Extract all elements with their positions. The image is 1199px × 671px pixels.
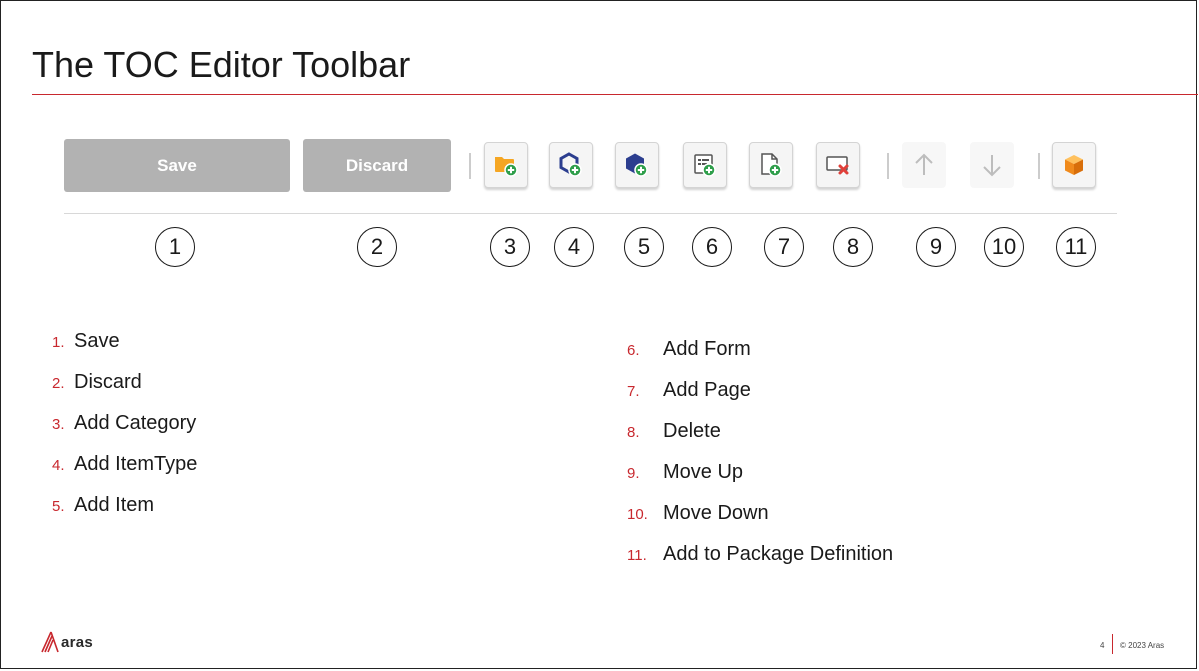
list-item: 2. Discard: [52, 371, 142, 394]
list-label: Discard: [74, 371, 142, 393]
page-number: 4: [1100, 641, 1105, 650]
callout-number: 9: [916, 227, 956, 267]
add-category-button[interactable]: [484, 142, 528, 188]
move-down-button[interactable]: [970, 142, 1014, 188]
move-up-button[interactable]: [902, 142, 946, 188]
list-marker: 1.: [52, 334, 65, 351]
list-item: 3. Add Category: [52, 412, 196, 435]
list-label: Add Form: [663, 338, 751, 360]
list-label: Add Item: [74, 494, 155, 516]
save-button[interactable]: Save: [64, 139, 290, 192]
footer-divider: [1112, 634, 1113, 654]
list-item: 8. Delete: [627, 420, 721, 443]
arrow-down-icon: [983, 155, 1001, 177]
toc-editor-toolbar: Save Discard: [64, 139, 1118, 192]
list-label: Add Category: [74, 412, 197, 434]
callout-number: 10: [984, 227, 1024, 267]
copyright: © 2023 Aras: [1120, 641, 1165, 650]
list-item: 10. Move Down: [627, 502, 769, 525]
list-label: Delete: [663, 420, 721, 442]
form-add-icon: [694, 154, 716, 177]
add-page-button[interactable]: [749, 142, 793, 188]
list-label: Move Up: [663, 461, 744, 483]
list-item: 6. Add Form: [627, 338, 751, 361]
package-icon: [1065, 155, 1083, 175]
delete-icon: [826, 156, 849, 175]
arrow-up-icon: [915, 153, 933, 175]
discard-button[interactable]: Discard: [303, 139, 451, 192]
callout-number: 3: [490, 227, 530, 267]
list-label: Move Down: [663, 502, 769, 524]
list-label: Add ItemType: [74, 453, 198, 475]
toolbar-separator: [887, 153, 889, 179]
callout-number: 5: [624, 227, 664, 267]
add-form-button[interactable]: [683, 142, 727, 188]
callout-number: 2: [357, 227, 397, 267]
list-item: 11. Add to Package Definition: [627, 543, 893, 566]
list-marker: 6.: [627, 342, 640, 359]
slide-frame: [0, 0, 1197, 669]
list-marker: 10.: [627, 506, 648, 523]
callout-number: 6: [692, 227, 732, 267]
list-item: 7. Add Page: [627, 379, 751, 402]
callout-number: 4: [554, 227, 594, 267]
itemtype-add-icon: [559, 152, 582, 177]
list-marker: 11.: [627, 547, 647, 564]
callout-number: 8: [833, 227, 873, 267]
aras-logo: aras: [40, 630, 93, 654]
list-item: 1. Save: [52, 330, 120, 353]
toolbar-divider: [64, 213, 1117, 214]
aras-logo-icon: [41, 631, 59, 653]
slide-title: The TOC Editor Toolbar: [32, 44, 411, 85]
callout-number: 7: [764, 227, 804, 267]
toolbar-separator: [1038, 153, 1040, 179]
add-item-button[interactable]: [615, 142, 659, 188]
logo-text: aras: [61, 633, 94, 651]
callout-number: 1: [155, 227, 195, 267]
list-marker: 9.: [627, 465, 640, 482]
list-label: Save: [74, 330, 120, 352]
list-marker: 4.: [52, 457, 65, 474]
add-to-package-button[interactable]: [1052, 142, 1096, 188]
list-item: 4. Add ItemType: [52, 453, 197, 476]
toolbar-separator: [469, 153, 471, 179]
list-marker: 5.: [52, 498, 65, 515]
list-marker: 8.: [627, 424, 640, 441]
folder-add-icon: [495, 157, 518, 177]
add-itemtype-button[interactable]: [549, 142, 593, 188]
list-marker: 7.: [627, 383, 640, 400]
list-item: 5. Add Item: [52, 494, 154, 517]
delete-button[interactable]: [816, 142, 860, 188]
callout-number: 11: [1056, 227, 1096, 267]
list-marker: 2.: [52, 375, 65, 392]
list-marker: 3.: [52, 416, 65, 433]
title-divider: [32, 94, 1198, 95]
list-label: Add to Package Definition: [663, 543, 894, 565]
page-add-icon: [761, 153, 782, 177]
list-item: 9. Move Up: [627, 461, 743, 484]
item-add-icon: [626, 153, 648, 177]
list-label: Add Page: [663, 379, 751, 401]
